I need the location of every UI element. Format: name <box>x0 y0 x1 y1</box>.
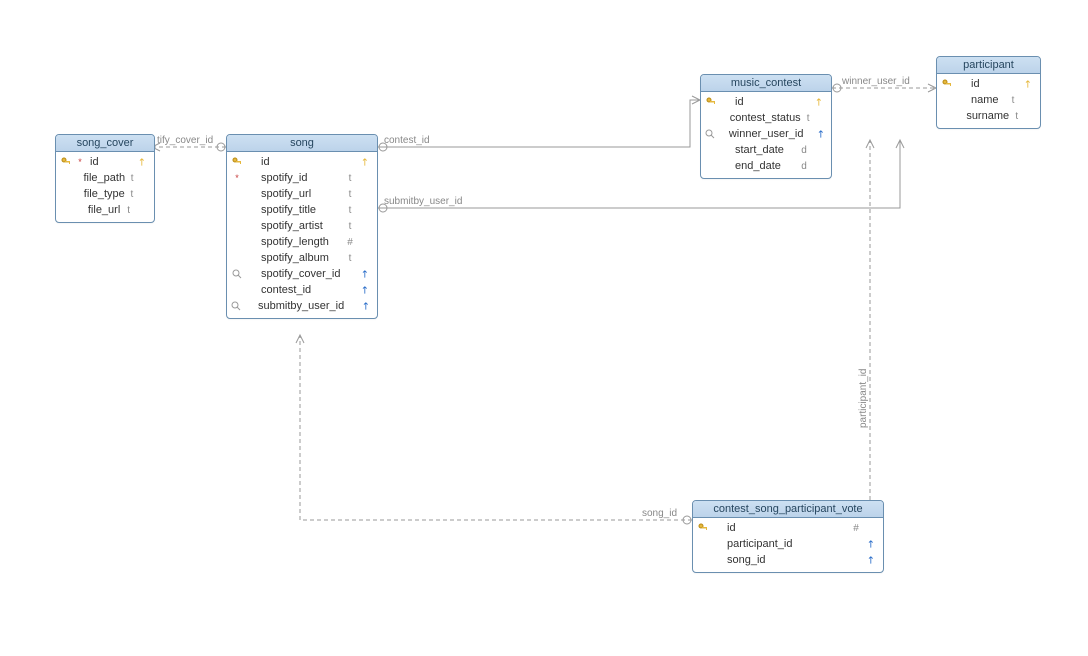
column-row: name t <box>937 92 1040 108</box>
pk-icon <box>697 522 709 534</box>
edge-label-contest-id: contest_id <box>382 135 432 146</box>
entity-vote[interactable]: contest_song_participant_vote id # parti… <box>692 500 884 573</box>
column-row: id ↗ <box>937 76 1040 92</box>
entity-participant[interactable]: participant id ↗ name t surname t <box>936 56 1041 129</box>
entity-music-contest[interactable]: music_contest id ↗ contest_status t winn… <box>700 74 832 179</box>
column-row: spotify_artist t <box>227 218 377 234</box>
edge-label-spotify-cover-id: tify_cover_id <box>155 135 215 146</box>
index-icon <box>231 300 242 312</box>
column-row: song_id ↗ <box>693 552 883 568</box>
column-row: file_url t <box>56 202 154 218</box>
entity-title: song_cover <box>56 135 154 152</box>
column-row: * id ↗ <box>56 154 154 170</box>
fk-icon: ↗ <box>359 268 371 280</box>
edge-label-submitby-user-id: submitby_user_id <box>382 196 464 207</box>
column-row: spotify_title t <box>227 202 377 218</box>
column-row: id ↗ <box>701 94 831 110</box>
notnull-icon: * <box>231 172 243 184</box>
er-diagram-canvas: .line { stroke:#999; stroke-width:1; fil… <box>0 0 1088 656</box>
edge-label-winner-user-id: winner_user_id <box>840 76 912 87</box>
entity-title: music_contest <box>701 75 831 92</box>
column-row: surname t <box>937 108 1040 124</box>
column-row: spotify_url t <box>227 186 377 202</box>
entity-title: participant <box>937 57 1040 74</box>
fk-icon: ↗ <box>865 538 877 550</box>
fk-icon: ↗ <box>1022 78 1034 90</box>
index-icon <box>705 128 715 140</box>
edge-label-participant-id: participant_id <box>858 367 869 430</box>
fk-icon: ↗ <box>360 300 371 312</box>
fk-icon: ↗ <box>359 156 371 168</box>
relationship-lines: .line { stroke:#999; stroke-width:1; fil… <box>0 0 1088 656</box>
notnull-icon: * <box>74 156 86 168</box>
pk-icon <box>60 156 72 168</box>
entity-title: song <box>227 135 377 152</box>
column-row: contest_status t <box>701 110 831 126</box>
entity-song-cover[interactable]: song_cover * id ↗ file_path t file_type … <box>55 134 155 223</box>
entity-columns: id # participant_id ↗ song_id ↗ <box>693 518 883 572</box>
column-row: spotify_cover_id ↗ <box>227 266 377 282</box>
entity-columns: id ↗ * spotify_id t spotify_url t spotif… <box>227 152 377 318</box>
edge-label-song-id: song_id <box>640 508 679 519</box>
column-row: spotify_album t <box>227 250 377 266</box>
column-row: participant_id ↗ <box>693 536 883 552</box>
column-row: end_date d <box>701 158 831 174</box>
column-row: spotify_length # <box>227 234 377 250</box>
fk-icon: ↗ <box>359 284 371 296</box>
fk-icon: ↗ <box>136 156 148 168</box>
column-row: contest_id ↗ <box>227 282 377 298</box>
entity-columns: * id ↗ file_path t file_type t file_url … <box>56 152 154 222</box>
entity-columns: id ↗ contest_status t winner_user_id ↗ s… <box>701 92 831 178</box>
entity-song[interactable]: song id ↗ * spotify_id t spotify_url t s… <box>226 134 378 319</box>
pk-icon <box>941 78 953 90</box>
column-row: id ↗ <box>227 154 377 170</box>
column-row: * spotify_id t <box>227 170 377 186</box>
fk-icon: ↗ <box>813 96 825 108</box>
column-row: file_path t <box>56 170 154 186</box>
column-row: submitby_user_id ↗ <box>227 298 377 314</box>
column-row: file_type t <box>56 186 154 202</box>
pk-icon <box>231 156 243 168</box>
pk-icon <box>705 96 717 108</box>
entity-title: contest_song_participant_vote <box>693 501 883 518</box>
fk-icon: ↗ <box>817 128 825 140</box>
index-icon <box>231 268 243 280</box>
column-row: winner_user_id ↗ <box>701 126 831 142</box>
fk-icon: ↗ <box>865 554 877 566</box>
column-row: start_date d <box>701 142 831 158</box>
entity-columns: id ↗ name t surname t <box>937 74 1040 128</box>
column-row: id # <box>693 520 883 536</box>
